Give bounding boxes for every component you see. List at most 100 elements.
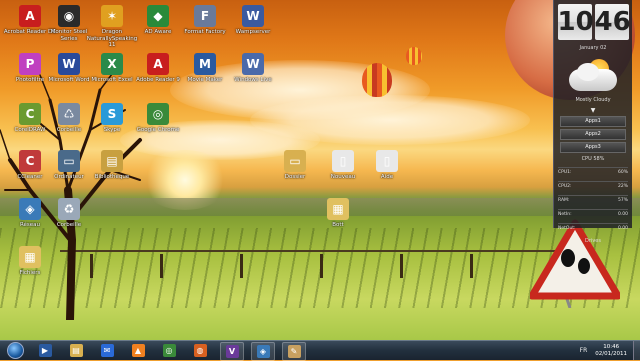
desktop-icon[interactable]: ▦ Fichiers xyxy=(3,246,57,277)
app-icon: W xyxy=(58,53,80,75)
desktop-icon-label: Movie Maker xyxy=(187,77,223,83)
taskbar-visual-studio-button[interactable]: V xyxy=(220,342,244,361)
taskbar-chrome-button[interactable]: ◎ xyxy=(158,342,180,359)
meter-row: CPU2: 22% xyxy=(558,181,628,190)
taskbar-network-button[interactable]: ◈ xyxy=(251,342,275,361)
hot-air-balloon xyxy=(362,63,392,97)
taskbar-thunderbird-button[interactable]: ✉ xyxy=(96,342,118,359)
app-icon: M xyxy=(194,53,216,75)
desktop-icon[interactable]: ◆ AD Aware xyxy=(131,5,185,36)
app-icon: W xyxy=(242,5,264,27)
hot-air-balloon xyxy=(406,47,422,65)
app-icon: W xyxy=(242,53,264,75)
meter-value: 22% xyxy=(617,184,628,189)
weather-cloud-icon xyxy=(563,55,623,95)
meter-name: CPU2: xyxy=(558,184,572,189)
desktop-icon-label: Adobe Reader 9 xyxy=(136,77,180,83)
app-icon: ▦ xyxy=(327,198,349,220)
taskbar: ▶ ▤ ✉ ▲ ◎ ◍ V ◈ ✎ FR 10:46 02/01/2011 xyxy=(0,340,640,361)
network-icon: ◈ xyxy=(256,345,270,358)
vlc-icon: ▲ xyxy=(131,344,145,357)
clock-weather-gadget: 10 46 January 02 Mostly Cloudy ▼ Apps1 Ap… xyxy=(553,0,632,244)
desktop-icon[interactable]: A Adobe Reader 9 xyxy=(131,53,185,84)
app-icon: ▯ xyxy=(376,150,398,172)
flip-clock: 10 46 xyxy=(554,0,632,40)
desktop-icon-label: Corbeille xyxy=(56,222,82,228)
taskbar-explorer-button[interactable]: ▤ xyxy=(65,342,87,359)
tray-clock[interactable]: 10:46 02/01/2011 xyxy=(595,344,627,358)
desktop-icon-label: AD Aware xyxy=(144,29,172,35)
meter-value: 0.00 xyxy=(617,212,628,217)
start-button[interactable] xyxy=(2,341,28,360)
app-icon: C xyxy=(19,150,41,172)
desktop-icon[interactable]: ▭ Dossier xyxy=(268,150,322,181)
meter-name: NetOut: xyxy=(558,226,576,231)
taskbar-vlc-button[interactable]: ▲ xyxy=(127,342,149,359)
desktop-icon[interactable]: ▤ Bibliothèque xyxy=(85,150,139,181)
meter-name: NetIn: xyxy=(558,212,572,217)
meter-row: CPU1: 60% xyxy=(558,167,628,176)
firefox-icon: ◍ xyxy=(193,344,207,357)
show-desktop-button[interactable] xyxy=(633,341,640,360)
meter-value: 60% xyxy=(617,170,628,175)
language-indicator[interactable]: FR xyxy=(580,347,588,354)
chrome-icon: ◎ xyxy=(162,344,176,357)
taskbar-media-player-button[interactable]: ▶ xyxy=(34,342,56,359)
meter-name: CPU1: xyxy=(558,170,572,175)
fence-post xyxy=(470,254,473,278)
gadget-app-button[interactable]: Apps2 xyxy=(560,129,626,140)
app-icon: P xyxy=(19,53,41,75)
app-icon: ▯ xyxy=(332,150,354,172)
desktop-icon-label: Format Factory xyxy=(184,29,226,35)
chevron-down-icon[interactable]: ▼ xyxy=(554,107,632,114)
taskbar-firefox-button[interactable]: ◍ xyxy=(189,342,211,359)
thunderbird-icon: ✉ xyxy=(100,344,114,357)
app-icon: ✶ xyxy=(101,5,123,27)
taskbar-paint-button[interactable]: ✎ xyxy=(282,342,306,361)
desktop-icon-label: Bibliothèque xyxy=(94,174,130,180)
gadget-date: January 02 xyxy=(579,45,607,51)
desktop-icon-label: Fichiers xyxy=(19,270,41,276)
weather-description: Mostly Cloudy xyxy=(575,97,611,103)
windows-orb-icon xyxy=(6,342,24,359)
app-icon: ◎ xyxy=(147,103,169,125)
desktop-icon[interactable]: ▯ Aide xyxy=(360,150,414,181)
app-icon: A xyxy=(19,5,41,27)
fence-post xyxy=(240,254,243,278)
app-icon: ◈ xyxy=(19,198,41,220)
fence-post xyxy=(400,254,403,278)
desktop-icon[interactable]: ▦ Bott xyxy=(311,198,365,229)
meter-row: RAM: 57% xyxy=(558,195,628,204)
system-tray: FR 10:46 02/01/2011 xyxy=(580,341,640,360)
app-icon: ▭ xyxy=(58,150,80,172)
desktop-icon[interactable]: W Windows Live xyxy=(226,53,280,84)
desktop-icon-label: Dossier xyxy=(284,174,306,180)
app-icon: ▭ xyxy=(284,150,306,172)
gadget-app-button[interactable]: Apps3 xyxy=(560,142,626,153)
desktop-icon[interactable]: W Wampserver xyxy=(226,5,280,36)
app-icon: ♺ xyxy=(58,103,80,125)
meter-value: 0.00 xyxy=(617,226,628,231)
desktop-icon[interactable]: F Format Factory xyxy=(178,5,232,36)
desktop-icon-label: Google Chrome xyxy=(136,127,180,133)
cpu-header: CPU 58% xyxy=(581,156,605,162)
desktop-icon[interactable]: M Movie Maker xyxy=(178,53,232,84)
app-icon: ◆ xyxy=(147,5,169,27)
meter-name: RAM: xyxy=(558,198,570,203)
app-icon: ◉ xyxy=(58,5,80,27)
desktop-icon[interactable]: ♻ Corbeille xyxy=(42,198,96,229)
app-icon: ▦ xyxy=(19,246,41,268)
fence-post xyxy=(320,254,323,278)
meter-row: NetOut: 0.00 xyxy=(558,223,628,232)
drives-label[interactable]: Drives xyxy=(554,238,632,244)
gadget-app-button[interactable]: Apps1 xyxy=(560,116,626,127)
media-player-icon: ▶ xyxy=(38,344,52,357)
clock-minute: 46 xyxy=(594,4,631,40)
tray-date: 02/01/2011 xyxy=(595,350,627,357)
app-icon: ♻ xyxy=(58,198,80,220)
fence-post xyxy=(160,254,163,278)
app-icon: ▤ xyxy=(101,150,123,172)
desktop-icon[interactable]: ◎ Google Chrome xyxy=(131,103,185,134)
clock-hour: 10 xyxy=(557,4,594,40)
tray-time: 10:46 xyxy=(603,343,620,350)
